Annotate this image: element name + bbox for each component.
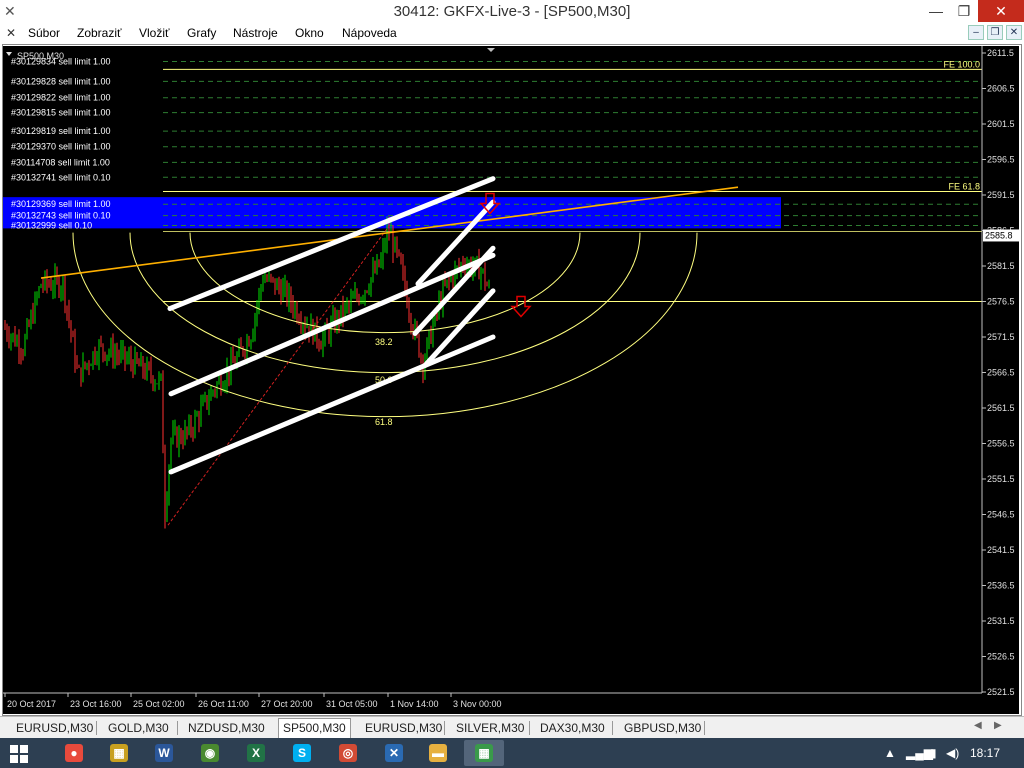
battery-icon[interactable]: ▮ <box>930 746 937 760</box>
time-label: 27 Oct 20:00 <box>261 699 313 709</box>
price-label: 2571.5 <box>987 332 1015 342</box>
order-label[interactable]: #30132743 sell limit 0.10 <box>11 211 111 221</box>
menu-tools[interactable]: Nástroje <box>233 26 278 40</box>
taskbar-app[interactable]: ▬ <box>418 740 458 766</box>
taskbar-app[interactable]: X <box>236 740 276 766</box>
tab-scroll-left-icon[interactable]: ◀ <box>974 720 982 731</box>
price-label: 2521.5 <box>987 687 1015 697</box>
x-app-icon: ✕ <box>385 744 403 762</box>
fibo-expansion-label: FE 61.8 <box>948 181 980 191</box>
tab-nzdusd[interactable]: NZDUSD,M30 <box>184 719 269 737</box>
network-icon[interactable]: ▂▄▆ <box>906 746 933 760</box>
time-label: 3 Nov 00:00 <box>453 699 502 709</box>
folder-icon: ▬ <box>429 744 447 762</box>
chart-restore-button[interactable]: ❐ <box>987 25 1003 40</box>
time-label: 1 Nov 14:00 <box>390 699 439 709</box>
tab-eurusd-2[interactable]: EURUSD,M30 <box>361 719 446 737</box>
paint-icon: ● <box>65 744 83 762</box>
taskbar-app[interactable]: W <box>144 740 184 766</box>
window-title: 30412: GKFX-Live-3 - [SP500,M30] <box>393 3 631 20</box>
menu-view[interactable]: Zobraziť <box>77 26 122 40</box>
order-label[interactable]: #30132741 sell limit 0.10 <box>11 172 111 182</box>
price-label: 2596.5 <box>987 155 1015 165</box>
price-label: 2611.5 <box>987 48 1014 58</box>
chrome-icon: ◎ <box>339 744 357 762</box>
fibo-arc-label: 61.8 <box>375 417 393 427</box>
metatrader-icon: ▦ <box>475 744 493 762</box>
time-label: 20 Oct 2017 <box>7 699 56 709</box>
price-chart[interactable]: #30129834 sell limit 1.00#30129828 sell … <box>3 46 1019 714</box>
close-button[interactable]: ✕ <box>978 0 1024 22</box>
tab-eurusd[interactable]: EURUSD,M30 <box>12 719 97 737</box>
time-label: 31 Oct 05:00 <box>326 699 378 709</box>
excel-icon: X <box>247 744 265 762</box>
symbol-label: SP500,M30 <box>17 51 64 61</box>
skype-icon: S <box>293 744 311 762</box>
order-label[interactable]: #30129370 sell limit 1.00 <box>11 142 111 152</box>
time-label: 23 Oct 16:00 <box>70 699 122 709</box>
window: ✕ 30412: GKFX-Live-3 - [SP500,M30] — ❐ ✕… <box>0 0 1024 768</box>
price-label: 2541.5 <box>987 545 1015 555</box>
tab-gbpusd[interactable]: GBPUSD,M30 <box>620 719 705 737</box>
menu-bar: ✕ Súbor Zobraziť Vložiť Grafy Nástroje O… <box>0 24 1024 44</box>
tab-scroll-right-icon[interactable]: ▶ <box>994 720 1002 731</box>
maximize-button[interactable]: ❐ <box>948 0 980 22</box>
price-label: 2591.5 <box>987 190 1015 200</box>
word-icon: W <box>155 744 173 762</box>
taskbar-app[interactable]: ◉ <box>190 740 230 766</box>
order-label[interactable]: #30129822 sell limit 1.00 <box>11 93 111 103</box>
price-label: 2566.5 <box>987 368 1015 378</box>
clock[interactable]: 18:17 <box>970 746 1000 760</box>
price-label: 2601.5 <box>987 119 1015 129</box>
price-label: 2536.5 <box>987 581 1015 591</box>
price-label: 2576.5 <box>987 297 1015 307</box>
menu-help[interactable]: Nápoveda <box>342 26 397 40</box>
order-label[interactable]: #30129828 sell limit 1.00 <box>11 76 111 86</box>
chart-tabs: EURUSD,M30 GOLD,M30 NZDUSD,M30 SP500,M30… <box>0 716 1024 738</box>
current-price-label: 2585.8 <box>985 230 1013 240</box>
menu-file[interactable]: Súbor <box>28 26 60 40</box>
title-bar[interactable]: ✕ 30412: GKFX-Live-3 - [SP500,M30] — ❐ ✕ <box>0 0 1024 24</box>
volume-icon[interactable]: ◀) <box>946 746 959 760</box>
time-label: 26 Oct 11:00 <box>198 699 249 709</box>
tab-dax30[interactable]: DAX30,M30 <box>536 719 609 737</box>
time-label: 25 Oct 02:00 <box>133 699 185 709</box>
menu-charts[interactable]: Grafy <box>187 26 216 40</box>
price-label: 2606.5 <box>987 84 1015 94</box>
excel-multi-icon: ▦ <box>110 744 128 762</box>
tab-silver[interactable]: SILVER,M30 <box>452 719 528 737</box>
sell-zone-rect <box>3 197 781 229</box>
fibo-arc-label: 38.2 <box>375 337 393 347</box>
order-label[interactable]: #30132999 sell 0.10 <box>11 221 92 231</box>
price-label: 2531.5 <box>987 616 1015 626</box>
fibo-expansion-label: FE 100.0 <box>943 59 980 69</box>
price-label: 2561.5 <box>987 403 1015 413</box>
taskbar-app[interactable]: ● <box>54 740 94 766</box>
price-label: 2526.5 <box>987 652 1015 662</box>
chart-minimize-button[interactable]: – <box>968 25 984 40</box>
order-label[interactable]: #30129819 sell limit 1.00 <box>11 126 111 136</box>
price-label: 2556.5 <box>987 439 1015 449</box>
taskbar: ● ▦ W ◉ X S ◎ ✕ ▬ ▦ ▲ ▂▄▆ ▮ ◀) 18:17 <box>0 738 1024 768</box>
tray-overflow-icon[interactable]: ▲ <box>884 746 896 760</box>
tab-gold[interactable]: GOLD,M30 <box>104 719 173 737</box>
menu-insert[interactable]: Vložiť <box>139 26 170 40</box>
order-label[interactable]: #30129815 sell limit 1.00 <box>11 108 111 118</box>
price-label: 2581.5 <box>987 261 1015 271</box>
taskbar-app[interactable]: ◎ <box>328 740 368 766</box>
taskbar-app[interactable]: S <box>282 740 322 766</box>
chart-window-icon[interactable]: ✕ <box>6 26 16 40</box>
price-label: 2546.5 <box>987 510 1015 520</box>
tab-sp500[interactable]: SP500,M30 <box>278 718 351 738</box>
taskbar-app[interactable]: ✕ <box>374 740 414 766</box>
order-label[interactable]: #30114708 sell limit 1.00 <box>11 157 110 167</box>
menu-window[interactable]: Okno <box>295 26 324 40</box>
price-label: 2551.5 <box>987 474 1015 484</box>
chrome-alt-icon: ◉ <box>201 744 219 762</box>
taskbar-app[interactable]: ▦ <box>99 740 139 766</box>
taskbar-app[interactable]: ▦ <box>464 740 504 766</box>
chart-close-button[interactable]: ✕ <box>1006 25 1022 40</box>
order-label[interactable]: #30129369 sell limit 1.00 <box>11 199 111 209</box>
start-button[interactable] <box>10 745 28 763</box>
